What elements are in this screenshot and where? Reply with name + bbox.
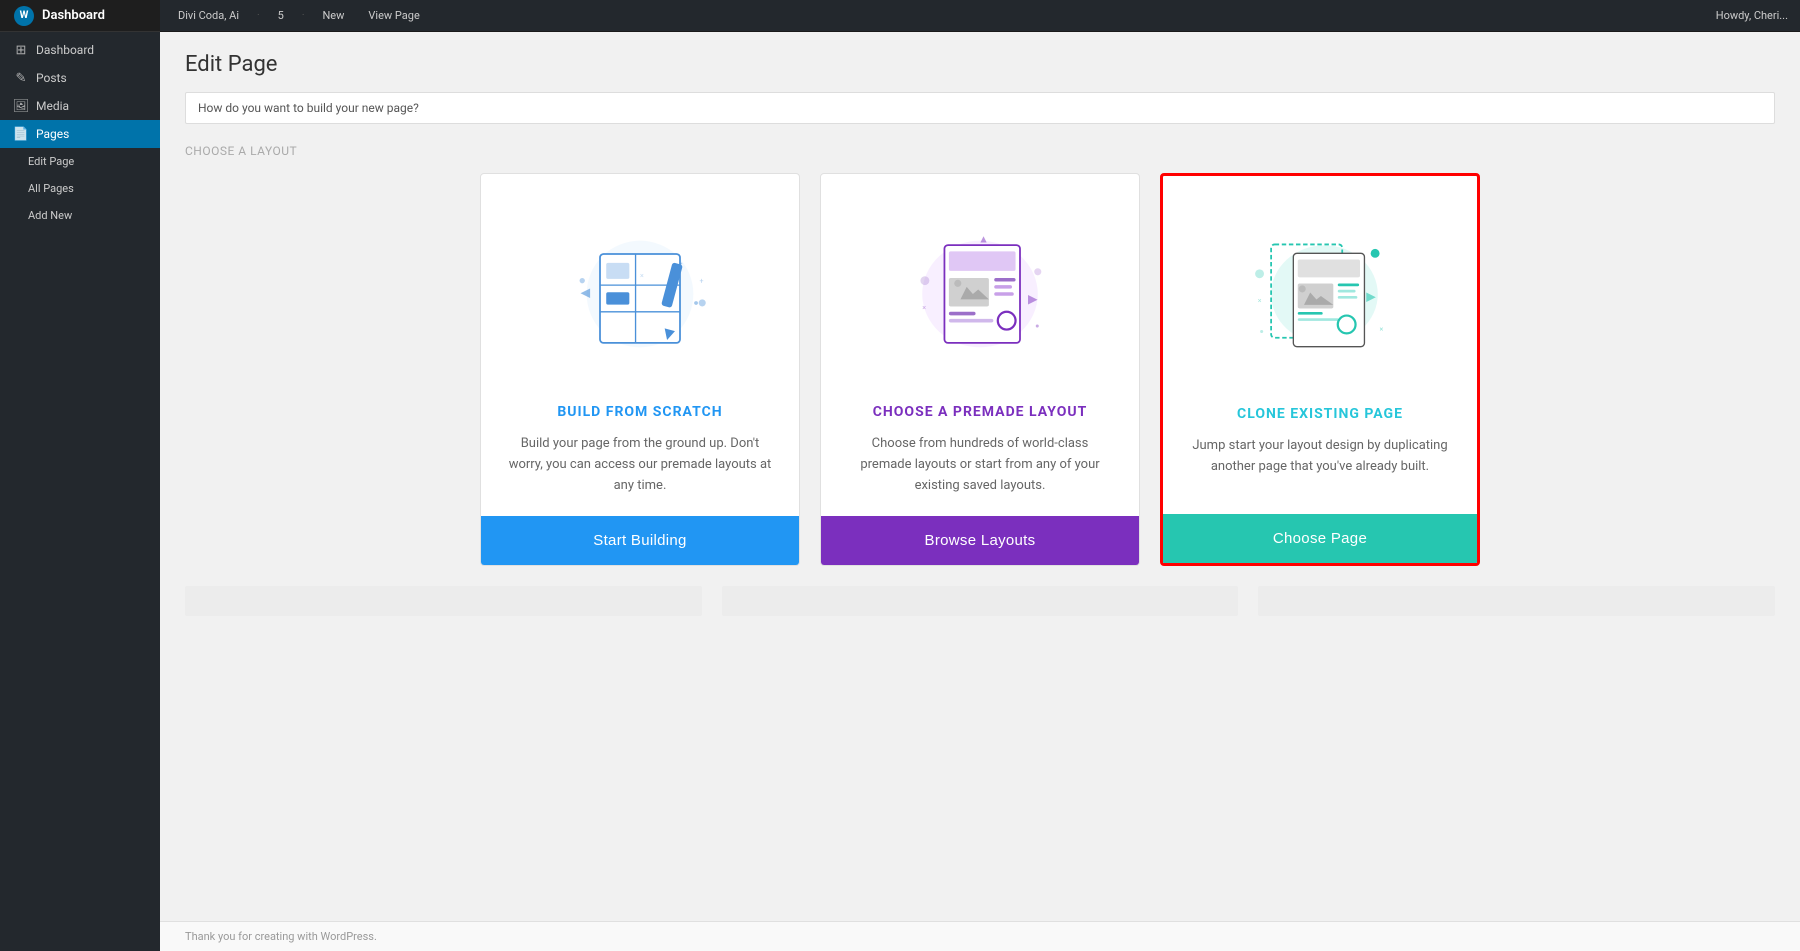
card-illustration-1: ◀ ● + × ⬩ [540,204,740,384]
topbar-site-name[interactable]: Divi Coda, Ai [172,7,245,24]
card-title-1: BUILD FROM SCRATCH [557,404,722,420]
sidebar: W Dashboard ⊞ Dashboard ✎ Posts 🖼 Media … [0,0,160,951]
sidebar-item-add-new[interactable]: Add New [0,202,160,229]
pages-icon: 📄 [14,127,28,141]
card-premade-layout: ▶ × ● ▲ CHOOSE A PREMADE LAYOUT Choose f… [820,173,1140,566]
sidebar-item-pages[interactable]: 📄 Pages [0,120,160,148]
svg-text:×: × [1380,325,1384,334]
svg-text:●: ● [1260,326,1264,335]
card-description-1: Build your page from the ground up. Don'… [506,434,774,496]
card-title-2: CHOOSE A PREMADE LAYOUT [873,404,1088,420]
svg-text:▶: ▶ [1366,289,1376,304]
sidebar-item-label: Media [36,99,69,113]
wp-icon: W [14,6,34,26]
sidebar-item-all-pages[interactable]: All Pages [0,175,160,202]
topbar-user: Howdy, Cheri... [1716,9,1788,22]
spacer-item [722,586,1239,616]
dashboard-icon: ⊞ [14,43,28,57]
page-footer: Thank you for creating with WordPress. [160,921,1800,951]
sidebar-item-edit-page[interactable]: Edit Page [0,148,160,175]
topbar-comments[interactable]: 5 [272,7,290,24]
footer-text: Thank you for creating with WordPress. [185,930,377,943]
card-description-2: Choose from hundreds of world-class prem… [846,434,1114,496]
card-build-from-scratch: ◀ ● + × ⬩ BUILD FROM SCRATCH Build your … [480,173,800,566]
start-building-button[interactable]: Start Building [481,516,799,565]
posts-icon: ✎ [14,71,28,85]
sidebar-item-label: Add New [28,209,72,222]
svg-text:●: ● [693,299,698,309]
choose-page-button[interactable]: Choose Page [1163,514,1477,563]
card-body-2: ▶ × ● ▲ CHOOSE A PREMADE LAYOUT Choose f… [821,174,1139,516]
cards-container: ◀ ● + × ⬩ BUILD FROM SCRATCH Build your … [430,173,1530,566]
card-footer-1: Start Building [481,516,799,565]
card-illustration-2: ▶ × ● ▲ [880,204,1080,384]
page-content: Edit Page How do you want to build your … [160,32,1800,921]
card-body-3: ▶ × × ● CLONE EXISTING PAGE Jump start y… [1163,176,1477,514]
svg-text:×: × [1258,296,1262,305]
spacer-item [185,586,702,616]
svg-text:▲: ▲ [978,232,989,245]
svg-text:▶: ▶ [1028,292,1038,307]
spacer-item [1258,586,1775,616]
svg-text:+: + [700,276,704,285]
topbar-view-page[interactable]: View Page [362,7,425,24]
card-illustration-3: ▶ × × ● [1220,206,1420,386]
svg-text:●: ● [1035,321,1039,330]
sidebar-item-label: Pages [36,127,69,141]
sidebar-nav-group: ⊞ Dashboard ✎ Posts 🖼 Media 📄 Pages Edit… [0,32,160,233]
below-content [185,586,1775,616]
top-bar: Divi Coda, Ai · 5 · New View Page Howdy,… [160,0,1800,32]
card-footer-2: Browse Layouts [821,516,1139,565]
card-description-3: Jump start your layout design by duplica… [1188,436,1452,494]
svg-text:×: × [922,303,926,312]
sidebar-item-label: Posts [36,71,67,85]
sidebar-item-label: Edit Page [28,155,74,168]
sidebar-logo: W Dashboard [0,0,160,32]
sidebar-item-label: All Pages [28,182,74,195]
main-area: Divi Coda, Ai · 5 · New View Page Howdy,… [160,0,1800,951]
sidebar-logo-text: Dashboard [42,8,105,23]
card-footer-3: Choose Page [1163,514,1477,563]
sidebar-item-media[interactable]: 🖼 Media [0,92,160,120]
sidebar-item-dashboard[interactable]: ⊞ Dashboard [0,36,160,64]
topbar-new[interactable]: New [316,7,350,24]
edit-bar-text: How do you want to build your new page? [198,101,419,115]
browse-layouts-button[interactable]: Browse Layouts [821,516,1139,565]
card-body-1: ◀ ● + × ⬩ BUILD FROM SCRATCH Build your … [481,174,799,516]
sidebar-item-label: Dashboard [36,43,94,57]
svg-text:⬩: ⬩ [680,259,683,268]
card-title-3: CLONE EXISTING PAGE [1237,406,1403,422]
svg-text:×: × [640,271,644,280]
media-icon: 🖼 [14,99,28,113]
sidebar-item-posts[interactable]: ✎ Posts [0,64,160,92]
edit-bar: How do you want to build your new page? [185,92,1775,124]
options-label: Choose a Layout [185,144,1775,158]
card-clone-existing: ▶ × × ● CLONE EXISTING PAGE Jump start y… [1160,173,1480,566]
page-title: Edit Page [185,52,1775,77]
svg-text:◀: ◀ [580,286,590,301]
